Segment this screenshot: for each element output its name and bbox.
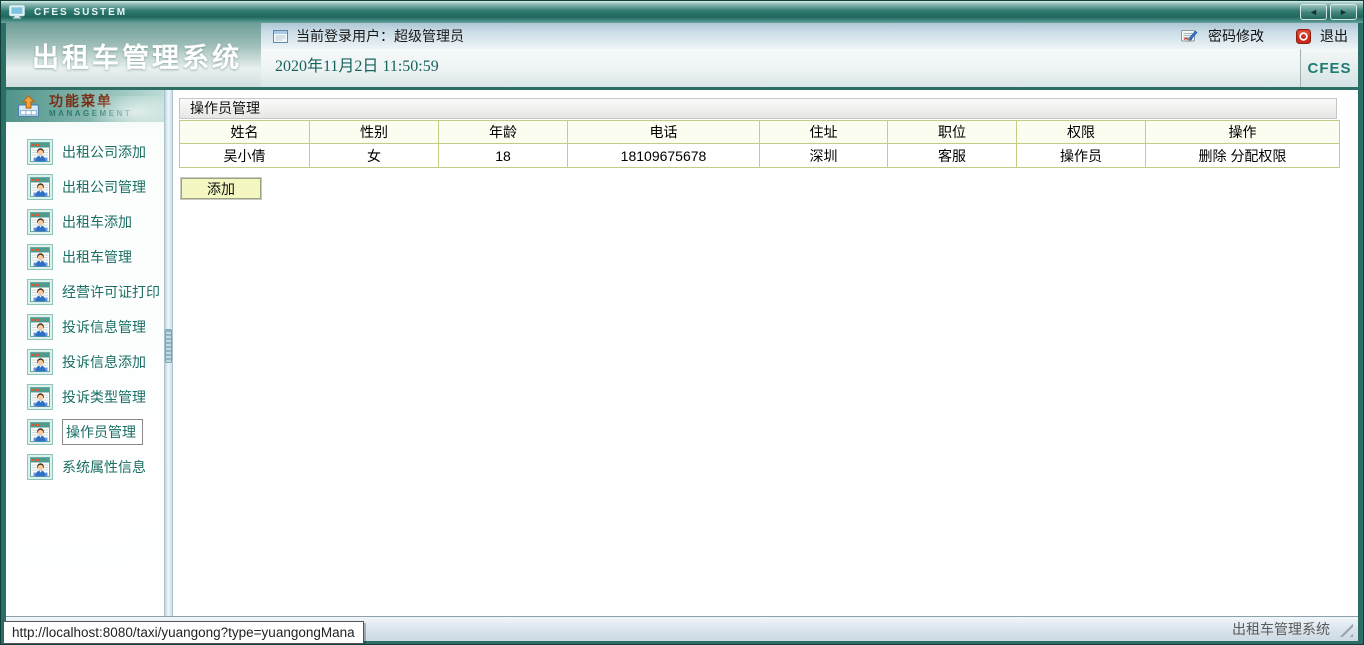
sidebar-item-complaint-add[interactable]: 投诉信息添加 bbox=[6, 344, 164, 379]
sidebar-item-taxi-add[interactable]: 出租车添加 bbox=[6, 204, 164, 239]
sidebar-titles: 功能菜单 MANAGEMENT bbox=[49, 94, 132, 118]
sidebar-item-label: 投诉类型管理 bbox=[62, 388, 146, 405]
col-header-address: 住址 bbox=[759, 120, 888, 144]
col-header-permission: 权限 bbox=[1016, 120, 1146, 144]
sidebar-title: 功能菜单 bbox=[49, 92, 113, 109]
sidebar-item-label: 出租车添加 bbox=[62, 213, 132, 230]
cell-operations: 删除 分配权限 bbox=[1145, 143, 1340, 168]
header-right: 当前登录用户：超级管理员 密码修改 退出 2020年11月2日 11:50:59… bbox=[261, 23, 1358, 87]
cell-address: 深圳 bbox=[759, 143, 888, 168]
sidebar-item-complaint-type-manage[interactable]: 投诉类型管理 bbox=[6, 379, 164, 414]
edit-password-icon[interactable] bbox=[1180, 28, 1199, 44]
sidebar-menu: 出租公司添加 出租公司管理 出租车添加 出租车管理 经营许可证打印 投诉信息管理 bbox=[6, 122, 164, 484]
statusbar-app-name: 出租车管理系统 bbox=[1232, 621, 1330, 637]
window-nav-buttons: ◄ ► bbox=[1300, 4, 1357, 20]
cell-phone: 18109675678 bbox=[567, 143, 760, 168]
logout-icon[interactable] bbox=[1296, 29, 1311, 44]
monitor-icon bbox=[9, 5, 27, 19]
brand-panel: CFES bbox=[1300, 49, 1358, 87]
header-top-row: 当前登录用户：超级管理员 密码修改 退出 bbox=[261, 23, 1358, 49]
sidebar-item-operator-manage[interactable]: 操作员管理 bbox=[6, 414, 164, 449]
sidebar-item-label: 出租公司管理 bbox=[62, 178, 146, 195]
add-button[interactable]: 添加 bbox=[180, 177, 262, 200]
person-window-icon bbox=[27, 209, 53, 235]
person-window-icon bbox=[27, 419, 53, 445]
sidebar-item-label: 操作员管理 bbox=[62, 418, 143, 445]
sidebar: 功能菜单 MANAGEMENT 出租公司添加 出租公司管理 出租车添加 出租车管… bbox=[6, 90, 164, 616]
window-titlebar: CFES SUSTEM ◄ ► bbox=[1, 1, 1363, 23]
sidebar-item-company-add[interactable]: 出租公司添加 bbox=[6, 134, 164, 169]
person-window-icon bbox=[27, 454, 53, 480]
password-change-link[interactable]: 密码修改 bbox=[1208, 26, 1264, 46]
sidebar-item-label: 经营许可证打印 bbox=[62, 283, 160, 300]
sidebar-item-label: 投诉信息管理 bbox=[62, 318, 146, 335]
cell-gender: 女 bbox=[309, 143, 439, 168]
resize-grip-icon[interactable] bbox=[1338, 622, 1353, 637]
header-bottom-row: 2020年11月2日 11:50:59 CFES bbox=[261, 49, 1358, 87]
delete-link[interactable]: 删除 bbox=[1199, 148, 1227, 164]
col-header-position: 职位 bbox=[887, 120, 1017, 144]
status-url-tooltip: http://localhost:8080/taxi/yuangong?type… bbox=[3, 621, 364, 644]
sidebar-subtitle: MANAGEMENT bbox=[49, 108, 133, 118]
header-actions: 密码修改 退出 bbox=[1180, 26, 1358, 46]
sidebar-item-label: 投诉信息添加 bbox=[62, 353, 146, 370]
sidebar-item-label: 出租车管理 bbox=[62, 248, 132, 265]
col-header-operations: 操作 bbox=[1145, 120, 1340, 144]
person-window-icon bbox=[27, 139, 53, 165]
sidebar-item-complaint-manage[interactable]: 投诉信息管理 bbox=[6, 309, 164, 344]
person-window-icon bbox=[27, 244, 53, 270]
logout-link[interactable]: 退出 bbox=[1320, 26, 1348, 46]
cell-age: 18 bbox=[438, 143, 568, 168]
current-user-label: 当前登录用户：超级管理员 bbox=[296, 28, 464, 44]
menu-box-icon bbox=[16, 95, 41, 118]
col-header-phone: 电话 bbox=[567, 120, 760, 144]
app-title: 出租车管理系统 bbox=[32, 42, 242, 73]
window-title: CFES SUSTEM bbox=[34, 6, 128, 18]
person-window-icon bbox=[27, 314, 53, 340]
person-window-icon bbox=[27, 349, 53, 375]
brand-label: CFES bbox=[1307, 59, 1352, 77]
assign-permission-link[interactable]: 分配权限 bbox=[1230, 148, 1286, 164]
app-window: CFES SUSTEM ◄ ► 出租车管理系统 当前登录用户：超级管理员 密码修… bbox=[0, 0, 1364, 645]
sidebar-item-label: 出租公司添加 bbox=[62, 143, 146, 160]
nav-forward-button[interactable]: ► bbox=[1330, 4, 1357, 20]
logo-panel: 出租车管理系统 bbox=[6, 23, 261, 87]
cell-position: 客服 bbox=[887, 143, 1017, 168]
main-content: 操作员管理 姓名 性别 年龄 电话 住址 职位 权限 操作 吴小倩 女 18 1… bbox=[173, 90, 1358, 616]
table-header-row: 姓名 性别 年龄 电话 住址 职位 权限 操作 bbox=[179, 120, 1340, 144]
panel-title: 操作员管理 bbox=[179, 98, 1337, 119]
col-header-age: 年龄 bbox=[438, 120, 568, 144]
sidebar-item-taxi-manage[interactable]: 出租车管理 bbox=[6, 239, 164, 274]
sidebar-item-license-print[interactable]: 经营许可证打印 bbox=[6, 274, 164, 309]
nav-back-button[interactable]: ◄ bbox=[1300, 4, 1327, 20]
sidebar-item-label: 系统属性信息 bbox=[62, 458, 146, 475]
window-icon bbox=[273, 30, 288, 43]
header: 出租车管理系统 当前登录用户：超级管理员 密码修改 退出 2020年11月2日 … bbox=[6, 23, 1358, 87]
operators-table: 姓名 性别 年龄 电话 住址 职位 权限 操作 吴小倩 女 18 1810967… bbox=[179, 120, 1340, 168]
datetime-text: 2020年11月2日 11:50:59 bbox=[275, 58, 439, 75]
sidebar-header: 功能菜单 MANAGEMENT bbox=[6, 90, 164, 122]
col-header-name: 姓名 bbox=[179, 120, 310, 144]
person-window-icon bbox=[27, 174, 53, 200]
person-window-icon bbox=[27, 279, 53, 305]
cell-permission: 操作员 bbox=[1016, 143, 1146, 168]
col-header-gender: 性别 bbox=[309, 120, 439, 144]
table-row: 吴小倩 女 18 18109675678 深圳 客服 操作员 删除 分配权限 bbox=[179, 143, 1340, 168]
person-window-icon bbox=[27, 384, 53, 410]
sidebar-splitter[interactable] bbox=[164, 90, 173, 616]
login-info: 当前登录用户：超级管理员 bbox=[261, 26, 464, 46]
cell-name: 吴小倩 bbox=[179, 143, 310, 168]
sidebar-item-company-manage[interactable]: 出租公司管理 bbox=[6, 169, 164, 204]
splitter-grip[interactable] bbox=[165, 329, 172, 363]
sidebar-item-system-properties[interactable]: 系统属性信息 bbox=[6, 449, 164, 484]
